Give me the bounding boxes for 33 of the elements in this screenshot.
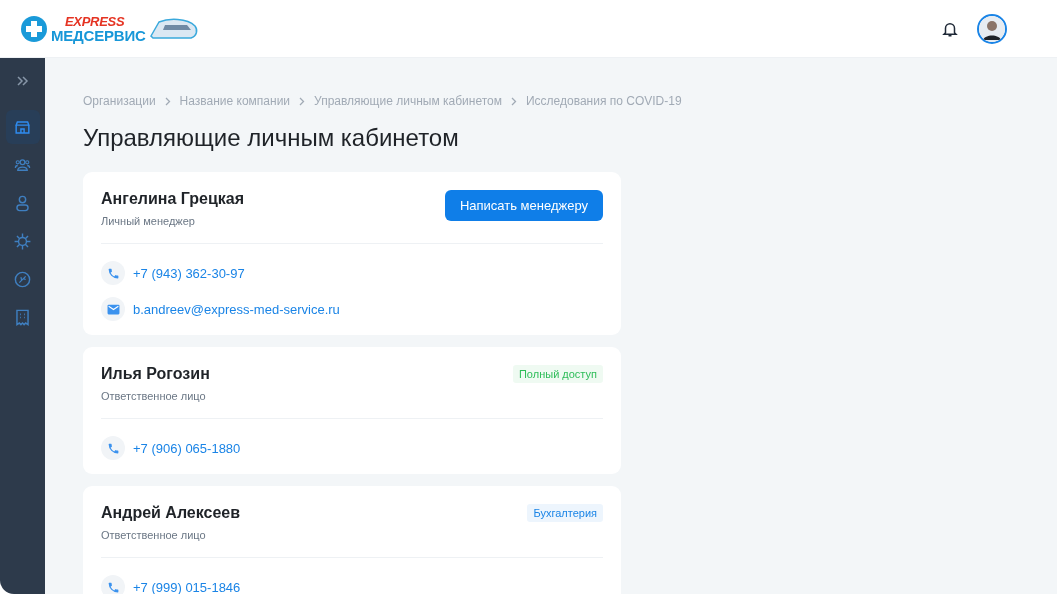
- logo-text: МЕДСЕРВИС: [51, 27, 146, 43]
- breadcrumb-link[interactable]: Исследования по COVID-19: [525, 94, 682, 108]
- expand-icon[interactable]: [15, 74, 30, 88]
- access-tag: Полный доступ: [512, 365, 603, 383]
- phone-link[interactable]: +7 (943) 362-30-97: [133, 265, 245, 281]
- phone-icon: [106, 441, 120, 455]
- user-icon: [13, 193, 32, 213]
- phone-link[interactable]: +7 (999) 015-1846: [133, 579, 241, 594]
- avatar[interactable]: [977, 13, 1007, 44]
- contact-name: Ангелина Грецкая: [101, 190, 244, 208]
- access-tag: Бухгалтерия: [527, 504, 603, 522]
- chevron-icon: [164, 96, 171, 106]
- cross-logo-icon: [20, 14, 48, 43]
- chevron-icon: [299, 96, 306, 106]
- contact-role: Ответственное лицо: [101, 529, 207, 541]
- phone-icon: [106, 580, 120, 594]
- phone-icon: [106, 266, 120, 280]
- contact-role: Личный менеджер: [101, 215, 196, 227]
- phone-link[interactable]: +7 (906) 065-1880: [133, 440, 241, 456]
- logo-text: EXPRESS: [65, 14, 126, 28]
- breadcrumb-link[interactable]: Название компании: [179, 94, 291, 108]
- email-link[interactable]: b.andreev@express-med-service.ru: [133, 301, 340, 317]
- mail-icon: [106, 303, 120, 315]
- contact-name: Андрей Алексеев: [101, 504, 241, 522]
- receipt-icon: [13, 307, 32, 327]
- write-manager-button[interactable]: Написать менеджеру: [444, 190, 603, 221]
- page-title: Управляющие личным кабинетом: [83, 124, 460, 152]
- sidebar-item[interactable]: [5, 110, 40, 144]
- chevron-icon: [510, 96, 517, 106]
- breadcrumb-link[interactable]: Управляющие личным кабинетом: [314, 94, 502, 108]
- breadcrumb-link[interactable]: Организации: [83, 94, 156, 108]
- contact-name: Илья Рогозин: [101, 365, 210, 383]
- contact-role: Ответственное лицо: [101, 390, 207, 402]
